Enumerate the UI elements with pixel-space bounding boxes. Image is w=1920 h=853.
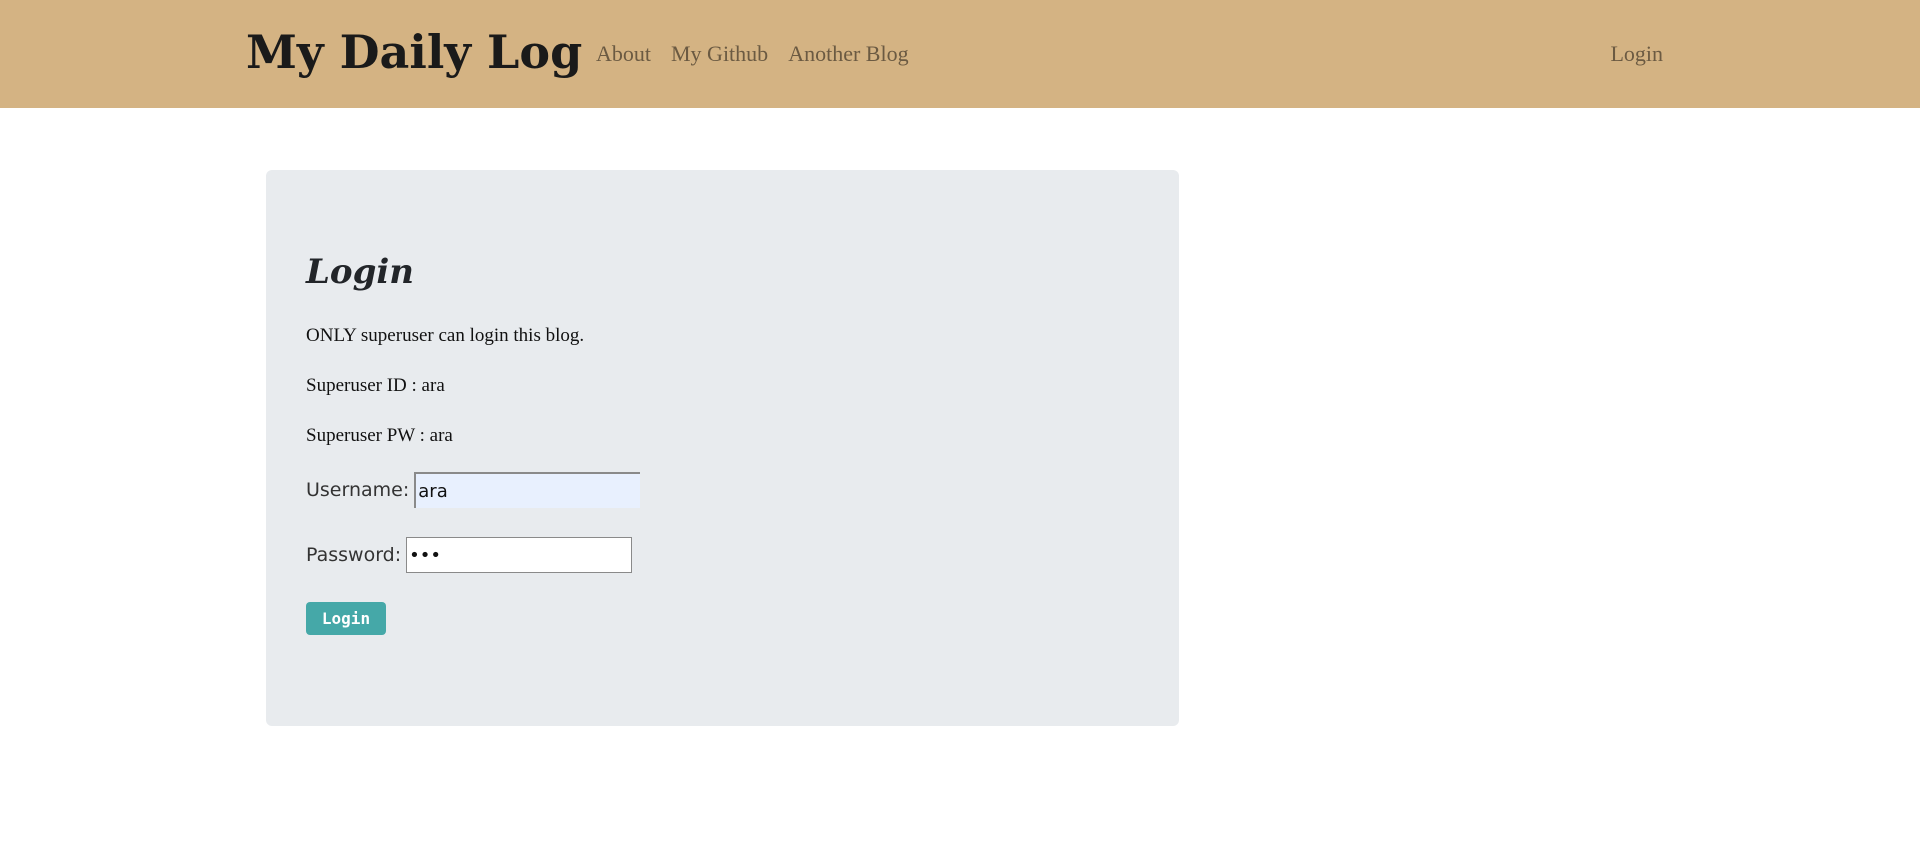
page-title: Login <box>306 252 414 292</box>
password-row: Password: <box>306 537 633 573</box>
navbar: My Daily Log About My Github Another Blo… <box>0 0 1920 108</box>
password-label: Password: <box>306 544 402 566</box>
login-submit-button[interactable]: Login <box>306 602 386 635</box>
nav-link-about[interactable]: About <box>596 40 651 68</box>
superuser-id-hint: Superuser ID : ara <box>306 375 445 396</box>
brand-logo[interactable]: My Daily Log <box>246 22 582 82</box>
username-row: Username: <box>306 472 641 508</box>
nav-link-login[interactable]: Login <box>1610 40 1663 68</box>
login-card: Login ONLY superuser can login this blog… <box>266 170 1179 726</box>
username-label: Username: <box>306 479 410 501</box>
nav-links: About My Github Another Blog <box>596 40 909 68</box>
nav-link-github[interactable]: My Github <box>671 40 768 68</box>
password-input[interactable] <box>406 537 633 573</box>
superuser-pw-hint: Superuser PW : ara <box>306 425 453 446</box>
nav-link-another-blog[interactable]: Another Blog <box>788 40 908 68</box>
superuser-notice: ONLY superuser can login this blog. <box>306 325 585 346</box>
username-input[interactable] <box>414 472 641 508</box>
